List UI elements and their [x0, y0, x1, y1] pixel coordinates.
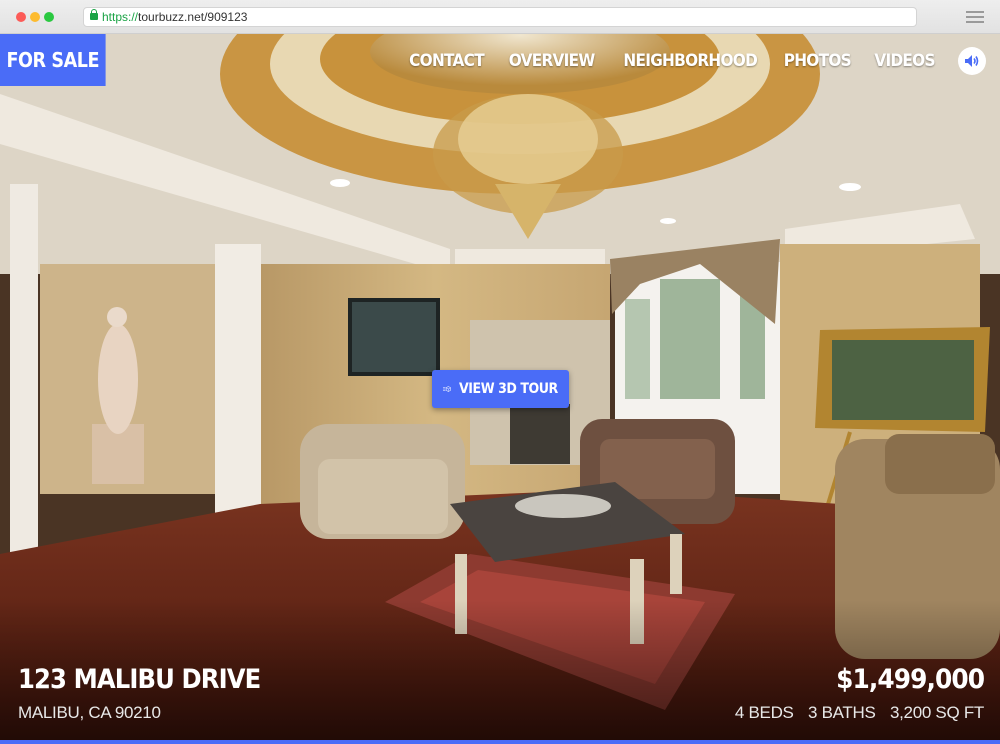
close-window-button[interactable]: [16, 12, 26, 22]
nav-videos[interactable]: VIDEOS: [874, 51, 935, 71]
browser-toolbar: https://tourbuzz.net/909123: [0, 0, 1000, 34]
sound-toggle-button[interactable]: [958, 47, 986, 75]
lock-icon: [90, 9, 98, 20]
url-scheme: https://: [102, 10, 139, 24]
nav-neighborhood[interactable]: NEIGHBORHOOD: [623, 51, 757, 71]
baths-count: 3 BATHS: [808, 703, 876, 722]
listing-specs: 4 BEDS 3 BATHS 3,200 SQ FT: [725, 703, 984, 723]
nav-overview[interactable]: OVERVIEW: [509, 51, 596, 71]
accent-bar: [0, 740, 1000, 744]
address-bar[interactable]: https://tourbuzz.net/909123: [83, 7, 917, 27]
nav-photos[interactable]: PHOTOS: [784, 51, 852, 71]
url-text: tourbuzz.net/909123: [138, 10, 248, 24]
nav-contact[interactable]: CONTACT: [410, 51, 485, 71]
listing-address: 123 MALIBU DRIVE MALIBU, CA 90210: [18, 664, 287, 723]
view-3d-tour-label: VIEW 3D TOUR: [459, 381, 559, 397]
minimize-window-button[interactable]: [30, 12, 40, 22]
top-nav: CONTACT OVERVIEW NEIGHBORHOOD PHOTOS VID…: [405, 46, 986, 76]
listing-price: $1,499,000: [836, 664, 985, 695]
listing-price-details: $1,499,000 4 BEDS 3 BATHS 3,200 SQ FT: [725, 664, 985, 723]
3d-cube-icon: [443, 386, 451, 392]
menu-icon[interactable]: [966, 11, 984, 23]
beds-count: 4 BEDS: [734, 703, 794, 722]
street-address: 123 MALIBU DRIVE: [18, 664, 261, 695]
view-3d-tour-button[interactable]: VIEW 3D TOUR: [432, 370, 569, 408]
city-state-zip: MALIBU, CA 90210: [18, 703, 161, 722]
speaker-icon: [965, 55, 979, 67]
square-footage: 3,200 SQ FT: [889, 703, 984, 722]
for-sale-badge: FOR SALE: [0, 34, 106, 86]
maximize-window-button[interactable]: [44, 12, 54, 22]
hero-photo: FOR SALE CONTACT OVERVIEW NEIGHBORHOOD P…: [0, 34, 1000, 740]
